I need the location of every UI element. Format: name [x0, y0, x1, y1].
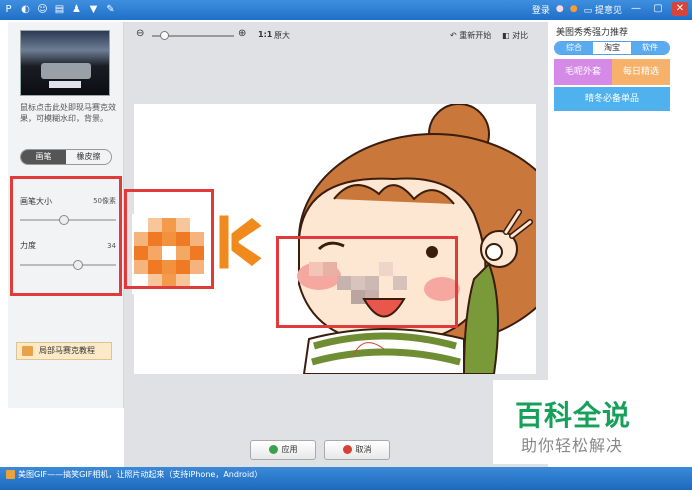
feedback-label: 提意见 [594, 5, 622, 16]
tab-brush[interactable]: 画笔 [21, 150, 66, 164]
feedback-link[interactable]: ▭ 提意见 [584, 3, 622, 16]
shirt-icon[interactable]: ▼ [87, 3, 100, 16]
minimize-button[interactable]: — [628, 2, 644, 16]
cancel-label: 取消 [355, 445, 372, 454]
annotation-box-brush [124, 189, 214, 289]
cancel-icon [342, 445, 352, 454]
keyboard-icon[interactable]: ▤ [53, 3, 66, 16]
arrow-icon [216, 212, 266, 272]
annotation-box-settings [10, 176, 122, 296]
status-text: 美图GIF——搞笑GIF相机，让照片动起来（支持iPhone，Android） [18, 470, 263, 479]
toolbar-icons: P ◐ ☺ ▤ ♟ ▼ ✎ [2, 3, 117, 16]
apply-label: 应用 [281, 445, 298, 454]
canvas-toolbar: ⊖ ⊕ 1:1 原大 ↶ 重新开始 ◧ 对比 [134, 28, 534, 44]
original-size-label[interactable]: 原大 [274, 30, 290, 41]
zoom-slider[interactable] [152, 31, 234, 40]
smiley-icon[interactable]: ☺ [36, 3, 49, 16]
gif-camera-icon [6, 470, 15, 479]
tab-eraser[interactable]: 橡皮擦 [66, 150, 111, 164]
tutorial-label: 局部马赛克教程 [39, 346, 95, 355]
apply-button[interactable]: 应用 [250, 440, 316, 460]
left-blank [8, 408, 124, 467]
preview-thumbnail[interactable] [20, 30, 110, 96]
promo-daily[interactable]: 每日精选 [612, 59, 670, 85]
gif-icon[interactable]: P [2, 3, 15, 16]
actual-size-button[interactable]: 1:1 [258, 30, 272, 39]
tab-software[interactable]: 软件 [631, 42, 669, 54]
zoom-in-icon[interactable]: ⊕ [238, 28, 246, 39]
weibo-icon[interactable]: ● [570, 4, 578, 14]
watermark-title: 百科全说 [515, 399, 632, 432]
promo-winter[interactable]: 晴冬必备单品 [554, 87, 670, 111]
cancel-button[interactable]: 取消 [324, 440, 390, 460]
compare-button[interactable]: ◧ 对比 [502, 30, 528, 41]
zoom-knob[interactable] [160, 31, 169, 40]
mosaic-hint: 鼠标点击此处即现马赛克效果，可模糊水印，背景。 [20, 103, 116, 123]
watermark-subtitle: 助你轻松解决 [521, 436, 624, 455]
recommend-title: 美图秀秀强力推荐 [556, 28, 629, 38]
box-icon [22, 346, 33, 356]
baike-watermark: 百科全说 助你轻松解决 [493, 380, 669, 464]
car-grille [41, 63, 91, 79]
compare-label: 对比 [512, 31, 529, 40]
brush-tabs: 画笔 橡皮擦 [20, 149, 112, 165]
action-buttons: 应用 取消 [250, 440, 390, 460]
mosaic-tutorial-button[interactable]: 局部马赛克教程 [16, 342, 112, 360]
status-bar[interactable]: 美图GIF——搞笑GIF相机，让照片动起来（支持iPhone，Android） [0, 467, 692, 490]
close-button[interactable]: ✕ [672, 2, 688, 16]
car-plate [49, 81, 81, 88]
tab-taobao[interactable]: 淘宝 [593, 42, 631, 54]
annotation-box-face [276, 236, 458, 328]
tab-general[interactable]: 综合 [555, 42, 593, 54]
user-icon[interactable]: ● [556, 4, 564, 14]
check-icon [268, 445, 278, 454]
person-icon[interactable]: ♟ [70, 3, 83, 16]
promo-coat[interactable]: 毛呢外套 [554, 59, 612, 85]
restart-label: 重新开始 [459, 31, 492, 40]
restart-button[interactable]: ↶ 重新开始 [450, 30, 491, 41]
zoom-out-icon[interactable]: ⊖ [136, 28, 144, 39]
maximize-button[interactable]: ▢ [650, 2, 666, 16]
login-link[interactable]: 登录 [532, 3, 550, 16]
title-bar: P ◐ ☺ ▤ ♟ ▼ ✎ 登录 ● ● ▭ 提意见 — ▢ ✕ [0, 0, 692, 20]
mask-icon[interactable]: ◐ [19, 3, 32, 16]
tools-icon[interactable]: ✎ [104, 3, 117, 16]
recommend-tabs: 综合 淘宝 软件 [554, 41, 670, 55]
